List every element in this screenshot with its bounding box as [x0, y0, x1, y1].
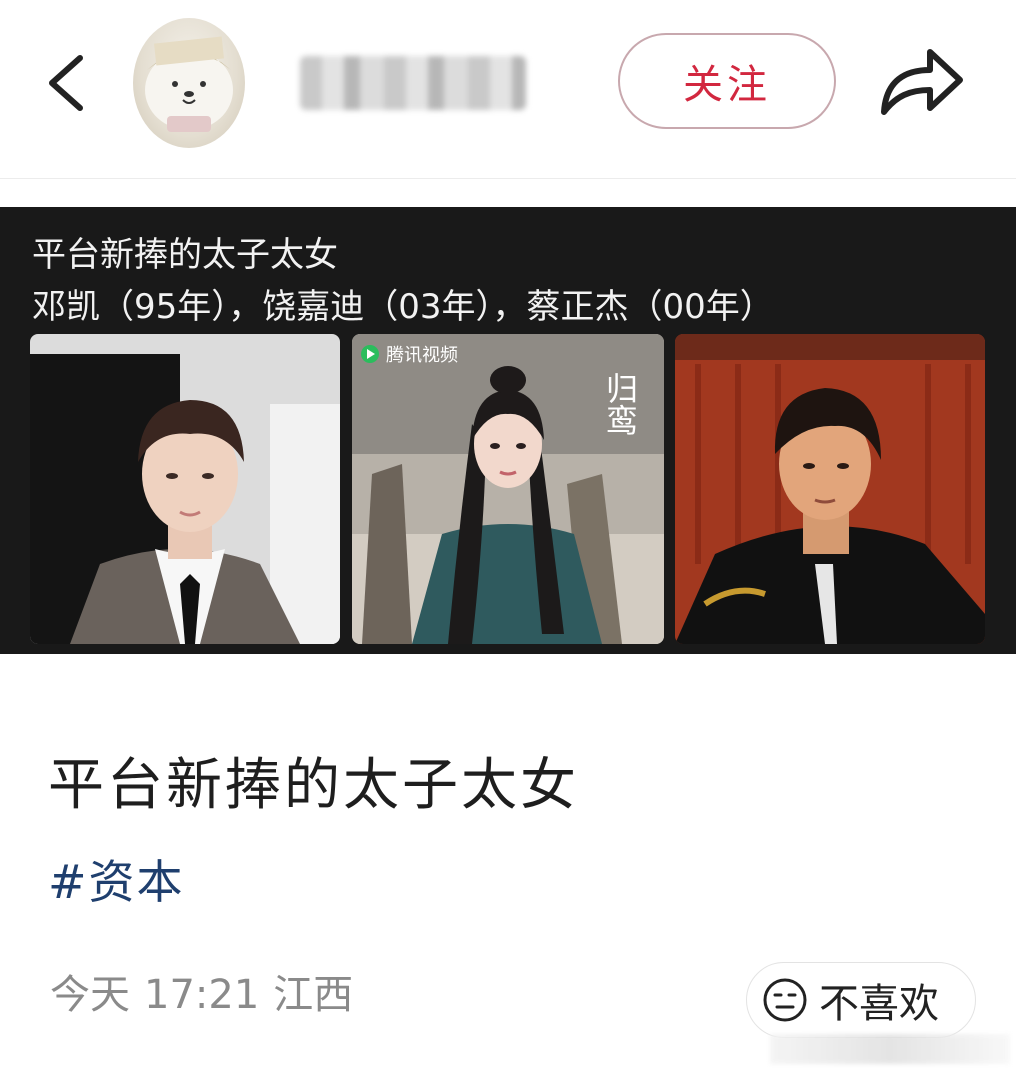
avatar[interactable] — [133, 18, 245, 148]
follow-button[interactable]: 关注 — [618, 33, 836, 129]
unamused-face-icon — [763, 978, 807, 1022]
photo-cai-zhengjie[interactable] — [675, 334, 985, 644]
username-blurred[interactable] — [300, 56, 526, 110]
photo-deng-kai[interactable] — [30, 334, 340, 644]
post-date: 今天 — [50, 972, 130, 1018]
dislike-label: 不喜欢 — [819, 981, 939, 1027]
drama-title: 归鸾 — [601, 372, 639, 436]
share-arrow-icon[interactable] — [872, 40, 968, 126]
hashtag-link[interactable]: #资本 — [48, 846, 185, 912]
post-header: 关注 — [0, 0, 1016, 179]
post-meta: 今天 17:21 江西 — [50, 962, 367, 1020]
post-image-card[interactable]: 平台新捧的太子太女 邓凯（95年），饶嘉迪（03年），蔡正杰（00年） 腾讯视频… — [0, 207, 1016, 654]
chevron-left-icon[interactable] — [38, 48, 98, 118]
post-time: 17:21 — [144, 972, 260, 1018]
post-location: 江西 — [273, 972, 354, 1018]
post-title: 平台新捧的太子太女 — [48, 753, 579, 818]
image-subtitle: 邓凯（95年），饶嘉迪（03年），蔡正杰（00年） — [32, 287, 774, 327]
watermark-blur — [770, 1034, 1010, 1064]
image-title: 平台新捧的太子太女 — [32, 235, 338, 275]
tencent-video-badge: 腾讯视频 — [386, 345, 458, 366]
dislike-button[interactable]: 不喜欢 — [746, 962, 976, 1038]
photo-rao-jiadi[interactable]: 腾讯视频 归鸾 — [352, 334, 664, 644]
